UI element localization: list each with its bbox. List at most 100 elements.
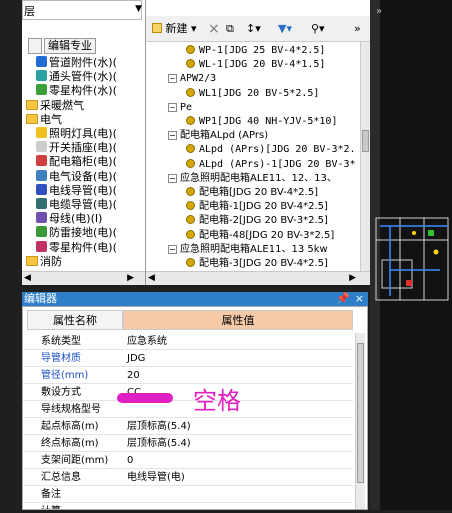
collapse-icon[interactable]: − <box>168 102 177 112</box>
tree-item[interactable]: 母线(电)(I) <box>36 212 102 226</box>
floor-plan-drawing: » <box>370 0 449 510</box>
tree-item[interactable]: 零星构件(水)( <box>36 84 117 98</box>
component-icon <box>36 84 47 96</box>
gear-icon <box>186 59 195 69</box>
tree-item-label: 母线(电)(I) <box>49 212 103 226</box>
list-item[interactable]: 配电箱-48[JDG 20 BV-3*2.5] <box>186 228 334 243</box>
scroll-left-icon[interactable]: ◀ <box>148 273 155 283</box>
new-button[interactable]: 新建 ▾ <box>152 21 197 37</box>
list-item[interactable]: 配电箱-1[JDG 20 BV-4*2.5] <box>186 199 328 214</box>
property-value[interactable]: 层顶标高(5.4) <box>127 436 191 451</box>
tree-item[interactable]: 消防 <box>26 255 62 269</box>
copy-icon[interactable]: ⧉ <box>226 21 234 37</box>
property-row[interactable]: 敷设方式CC <box>23 384 353 401</box>
drawing-canvas[interactable]: » <box>370 0 452 510</box>
property-row[interactable]: 汇总信息 电线导管(电) <box>23 469 353 486</box>
property-name: 系统类型 <box>41 336 81 347</box>
property-value[interactable]: 层顶标高(5.4) <box>127 419 191 434</box>
list-item[interactable]: WL1[JDG 20 BV-5*2.5] <box>186 86 319 101</box>
tree-item-label: 防雷接地(电)( <box>49 226 117 240</box>
scroll-thumb[interactable] <box>362 130 369 152</box>
vertical-scrollbar[interactable] <box>355 333 365 509</box>
tree-item[interactable]: 电缆导管(电)( <box>36 198 117 212</box>
list-item-label: 配电箱-1[JDG 20 BV-4*2.5] <box>199 201 328 213</box>
column-header-value: 属性值 <box>123 310 353 330</box>
horizontal-scrollbar[interactable]: ◀ ▶ <box>22 271 145 285</box>
tree-item[interactable]: 电线导管(电)( <box>36 183 117 198</box>
delete-icon[interactable]: × <box>208 21 220 37</box>
property-value[interactable]: JDG <box>127 351 145 366</box>
tree-item[interactable]: 零星构件(电)( <box>36 240 117 255</box>
list-item-label: ALpd (APrs)-1[JDG 20 BV-3* <box>199 158 356 170</box>
component-icon <box>36 226 47 238</box>
component-icon <box>36 183 47 195</box>
collapse-icon[interactable]: − <box>168 173 177 183</box>
tree-item[interactable]: 采暖燃气 <box>26 99 84 113</box>
column-header-name: 属性名称 <box>27 310 123 330</box>
gear-icon <box>186 116 195 125</box>
scroll-right-icon[interactable]: ▶ <box>127 273 134 283</box>
chevron-down-icon[interactable]: ▼ <box>135 4 142 14</box>
tree-item-label: 电缆导管(电)( <box>49 198 117 211</box>
list-group[interactable]: − APW2/3 <box>168 71 216 86</box>
property-value[interactable]: 电线导管(电) <box>127 470 185 485</box>
pin-icon[interactable]: 📌 <box>336 292 350 306</box>
collapse-toggle[interactable] <box>28 38 42 54</box>
filter-icon[interactable]: ▼▾ <box>278 21 292 37</box>
property-name: 汇总信息 <box>41 472 81 483</box>
list-item[interactable]: ALpd (APrs)-1[JDG 20 BV-3* <box>186 157 356 172</box>
tree-item[interactable]: 通头管件(水)( <box>36 70 117 84</box>
property-value[interactable]: 20 <box>127 368 140 383</box>
tree-item[interactable]: 开关插座(电)( <box>36 141 117 155</box>
property-row[interactable]: 起点标高(m) 层顶标高(5.4) <box>23 418 353 435</box>
scroll-right-icon[interactable]: ▶ <box>349 273 356 283</box>
list-item[interactable]: ALpd (APrs)[JDG 20 BV-3*2. <box>186 142 356 157</box>
property-row[interactable]: 导管材质 JDG <box>23 350 353 367</box>
property-name: 支架间距(mm) <box>41 455 109 466</box>
scroll-thumb[interactable] <box>357 343 364 483</box>
scroll-left-icon[interactable]: ◀ <box>24 273 31 283</box>
collapse-icon[interactable]: − <box>168 244 177 254</box>
tree-item-label: 配电箱柜(电)( <box>49 155 117 169</box>
category-dropdown[interactable]: 层 ▼ <box>22 0 142 20</box>
tree-item[interactable]: 防雷接地(电)( <box>36 226 117 240</box>
property-value[interactable]: 0 <box>127 453 133 468</box>
list-group[interactable]: − Pe <box>168 100 192 115</box>
list-group[interactable]: − 应急照明配电箱ALE11、12、13、 <box>168 171 337 186</box>
more-icon[interactable]: » <box>354 21 361 37</box>
property-row[interactable]: 系统类型 应急系统 <box>23 333 353 350</box>
component-icon <box>36 169 47 181</box>
vertical-scrollbar[interactable] <box>360 42 370 272</box>
list-item[interactable]: 配电箱-3[JDG 20 BV-4*2.5] <box>186 256 328 271</box>
collapse-icon[interactable]: − <box>168 74 177 84</box>
property-row[interactable]: 支架间距(mm) 0 <box>23 452 353 469</box>
list-group[interactable]: − 配电箱ALpd (APrs) <box>168 128 268 143</box>
list-item[interactable]: WL-1[JDG 20 BV-4*1.5] <box>186 57 325 72</box>
property-row[interactable]: 计算 <box>23 503 353 509</box>
property-row[interactable]: 终点标高(m) 层顶标高(5.4) <box>23 435 353 452</box>
sort-icon[interactable]: ↕▾ <box>246 21 261 37</box>
property-row[interactable]: 导线规格型号 <box>23 401 353 418</box>
horizontal-scrollbar[interactable]: ◀ ▶ <box>146 271 370 285</box>
list-item[interactable]: WP1[JDG 40 NH-YJV-5*10] <box>186 114 337 129</box>
find-icon[interactable]: ⚲▾ <box>311 21 325 37</box>
list-item[interactable]: 配电箱[JDG 20 BV-4*2.5] <box>186 185 318 200</box>
collapse-icon[interactable]: − <box>168 131 177 141</box>
tree-item[interactable]: 照明灯具(电)( <box>36 127 117 141</box>
property-row[interactable]: 备注 <box>23 486 353 503</box>
list-item[interactable]: 配电箱-2[JDG 20 BV-3*2.5] <box>186 213 328 228</box>
gear-icon <box>186 258 195 267</box>
tree-item[interactable]: 电气设备(电)( <box>36 169 117 184</box>
component-icon <box>36 127 47 138</box>
list-group[interactable]: − 应急照明配电箱ALE11、13 5kw <box>168 242 328 257</box>
tab-edit-discipline[interactable]: 编辑专业 <box>44 38 96 54</box>
property-name: 终点标高(m) <box>41 438 99 449</box>
list-item[interactable]: WP-1[JDG 25 BV-4*2.5] <box>186 43 325 58</box>
tree-item[interactable]: 管道附件(水)( <box>36 56 117 70</box>
tree-item[interactable]: 电气 <box>26 113 62 127</box>
list-item-label: WP1[JDG 40 NH-YJV-5*10] <box>199 116 338 127</box>
close-icon[interactable]: × <box>355 292 364 306</box>
property-row[interactable]: 管径(mm) 20 <box>23 367 353 384</box>
property-value[interactable]: 应急系统 <box>127 334 167 349</box>
tree-item[interactable]: 配电箱柜(电)( <box>36 155 117 169</box>
